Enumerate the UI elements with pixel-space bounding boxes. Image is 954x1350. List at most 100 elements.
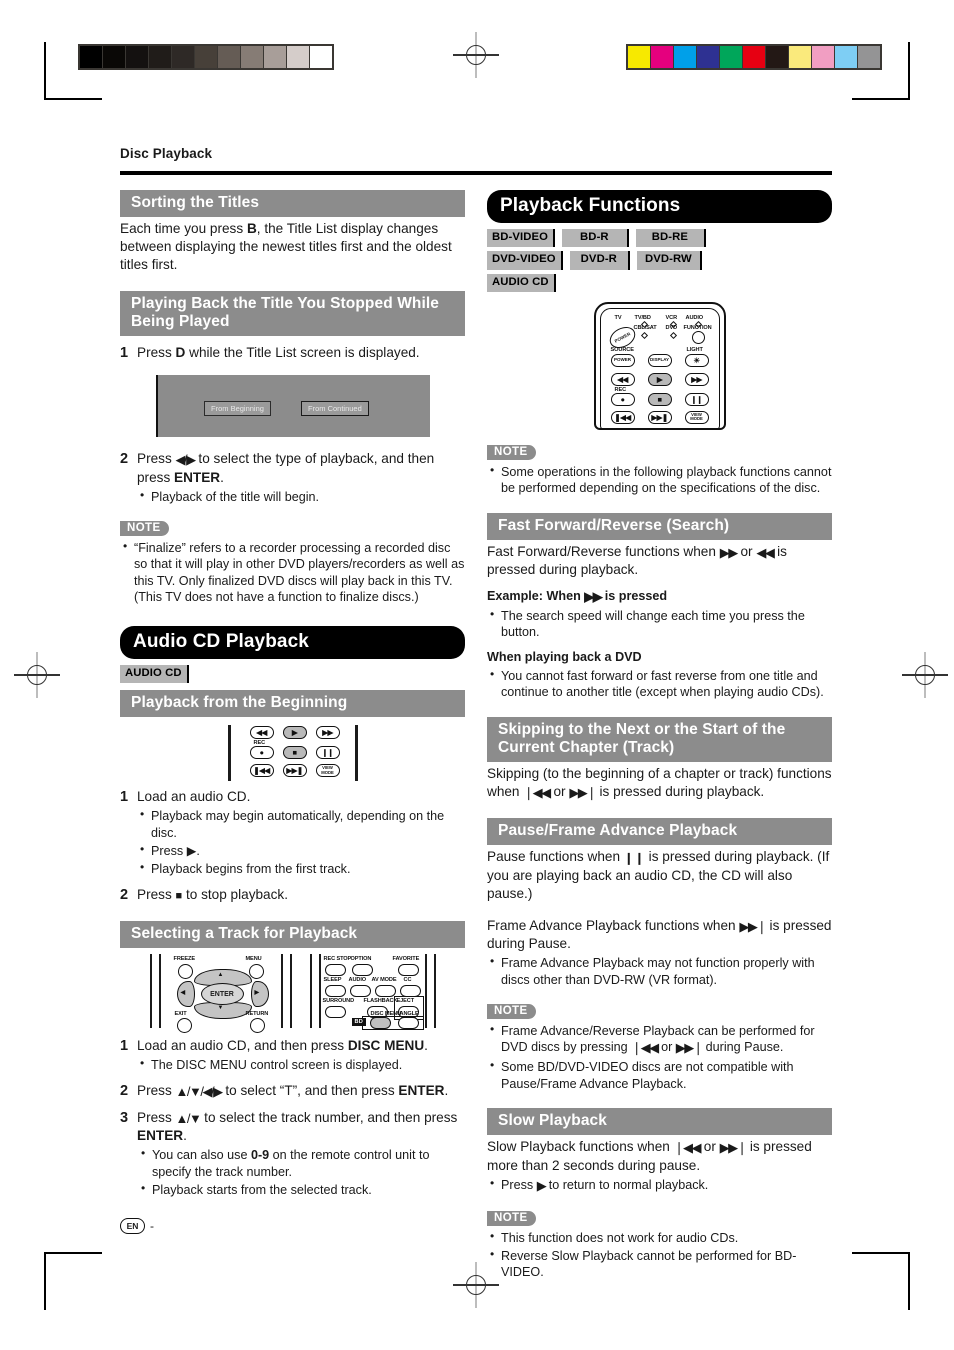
enter-key-label: ENTER [210,990,234,998]
angle-key[interactable] [397,1017,419,1030]
rewind-key[interactable]: ◀◀ [249,726,274,740]
skip-previous-key[interactable]: ❚◀◀ [610,410,635,424]
vcr-mode-label: VCR [665,314,678,321]
resume-step-2: 2 Press ◀/▶ to select the type of playba… [120,450,465,505]
cursor-right-key[interactable] [250,981,269,1008]
view-mode-key[interactable]: VIEW MODE [684,410,709,424]
rec-stop-key[interactable] [324,964,346,977]
from-beginning-step-1-bullets: Playback may begin automatically, depend… [137,807,465,877]
favorite-key[interactable] [397,964,419,977]
exit-key[interactable] [176,1018,192,1034]
resume-step-2-number: 2 [120,451,129,468]
record-key[interactable]: ● [610,392,635,406]
skip-next-glyph-icon: ▶▶❘ [569,785,597,801]
pause-note-block: NOTE Frame Advance/Reverse Playback can … [487,1001,832,1092]
audio-cd-disc-badges: AUDIO CD [120,664,465,683]
audio-key[interactable] [349,985,371,998]
example-b: is pressed [601,589,668,604]
bd-tag: BD [351,1018,366,1027]
skip-previous-key[interactable]: ❚◀◀ [249,764,274,778]
tv-mode-label: TV [614,314,622,321]
freeze-label: FREEZE [173,956,196,963]
osd-button-from-beginning[interactable]: From Beginning [204,401,271,416]
dvd-mode-label: DVD [665,324,678,331]
rewind-key[interactable]: ◀◀ [610,372,635,386]
flashback-label: FLASHBACK [363,998,398,1005]
pause-note-bullets: Frame Advance/Reverse Playback can be pe… [487,1022,832,1092]
play-glyph-icon: ▶ [536,1177,547,1193]
section-heading-skipping: Skipping to the Next or the Start of the… [487,716,832,763]
surround-key[interactable] [324,1006,346,1019]
pause-body: Pause functions when ❙❙ is pressed durin… [487,848,832,903]
note-badge: NOTE [487,444,536,460]
page-body: Disc Playback Sorting the Titles Each ti… [0,0,954,1350]
stop-key[interactable]: ■ [282,746,307,760]
page-footer: EN - [120,1218,154,1234]
return-key[interactable] [249,1018,265,1034]
select-track-step-2-b: to select “T”, and then press [221,1082,399,1098]
source-power-key[interactable]: POWER [610,353,635,367]
list-item: Playback starts from the selected track. [141,1181,465,1198]
from-beginning-step-1: 1 Load an audio CD. Playback may begin a… [120,788,465,878]
option-key[interactable] [351,964,373,977]
disc-badge-dvd-r: DVD-R [569,251,630,270]
playback-functions-note-block: NOTE Some operations in the following pl… [487,442,832,497]
select-track-step-1-text: Load an audio CD, and then press DISC ME… [137,1037,465,1073]
remote-control-illustration: TV TV/BD VCR AUDIO CBL/SAT DVD FUNCTION … [593,301,726,430]
remote-cursor-pad: FREEZE MENU ▲ ◀ ▶ ▼ ENTER EXIT RETURN [149,954,292,1034]
display-key[interactable]: DISPLAY [647,353,672,367]
resume-step-2-c: . [220,469,224,485]
play-key[interactable]: ▶ [282,726,307,740]
view-mode-key[interactable]: VIEW MODE [315,764,340,778]
skip-next-glyph-icon: ▶▶❘ [739,919,767,935]
skipping-c: is pressed during playback. [595,784,765,800]
fast-forward-key[interactable]: ▶▶ [684,372,709,386]
record-key[interactable]: ● [249,746,274,760]
badge-row: AUDIO CD [487,273,832,292]
select-track-step-3-c: . [183,1128,187,1144]
sleep-key[interactable] [324,985,346,998]
remote-body-edge-right [280,954,292,1029]
skip-next-key[interactable]: ▶▶❚ [282,764,307,778]
slow-b: or [700,1139,720,1155]
remote-transport-keys: ◀◀ ▶ ▶▶ REC ● ■ ❙❙ ❚◀◀ ▶▶❚ VIEW MODE [227,725,358,782]
view-mode-key-label: VIEW MODE [690,411,703,422]
list-item: The DISC MENU control screen is displaye… [140,1056,465,1073]
skipping-b: or [549,784,570,800]
enter-key[interactable]: ENTER [200,983,244,1006]
disc-badge-bd-video: BD-VIDEO [487,229,556,248]
slow-playback-bullets: Press ▶ to return to normal playback. [487,1176,832,1195]
slow-playback-note-bullets: This function does not work for audio CD… [487,1229,832,1281]
remote-function-keypad: REC STOP OPTION FAVORITE SLEEP AUDIO AV … [309,954,436,1031]
play-key[interactable]: ▶ [647,372,672,386]
section-heading-playback-from-beginning: Playback from the Beginning [120,689,465,718]
pause-key[interactable]: ❙❙ [315,746,340,760]
list-item: Reverse Slow Playback cannot be performe… [490,1247,832,1281]
select-track-step-1-bullets: The DISC MENU control screen is displaye… [137,1056,465,1073]
list-item: The search speed will change each time y… [490,607,832,641]
pause-key[interactable]: ❙❙ [684,392,709,406]
pause-note-b1-c: during Pause. [702,1040,784,1055]
stop-key[interactable]: ■ [647,392,672,406]
list-item: This function does not work for audio CD… [490,1229,832,1246]
fast-forward-key[interactable]: ▶▶ [315,726,340,740]
fast-forward-body: Fast Forward/Reverse functions when ▶▶ o… [487,543,832,579]
skip-next-key[interactable]: ▶▶❚ [647,410,672,424]
av-mode-key[interactable] [374,985,396,998]
freeze-key[interactable] [177,964,193,980]
sorting-body-part1: Each time you press [120,221,247,237]
disc-menu-key[interactable] [369,1017,391,1030]
four-way-arrow-icon: ▲/▼/◀/▶ [175,1083,224,1099]
playing-dvd-subheading: When playing back a DVD [487,650,642,665]
osd-button-from-continued[interactable]: From Continued [301,401,369,416]
skip-previous-glyph-icon: ❘◀◀ [523,785,551,801]
cursor-left-key[interactable] [176,981,195,1008]
from-beginning-step-2-text: Press ■ to stop playback. [137,886,465,905]
rewind-glyph-icon: ◀◀ [756,544,775,560]
resume-step-1-number: 1 [120,345,129,362]
select-track-step-1-a: Load an audio CD, and then press [137,1038,348,1054]
light-key[interactable]: ☀ [684,353,709,367]
resume-step-1-key: D [175,345,186,361]
function-key[interactable] [691,330,705,344]
right-column: Playback Functions BD-VIDEO BD-R BD-RE D… [487,190,832,1281]
